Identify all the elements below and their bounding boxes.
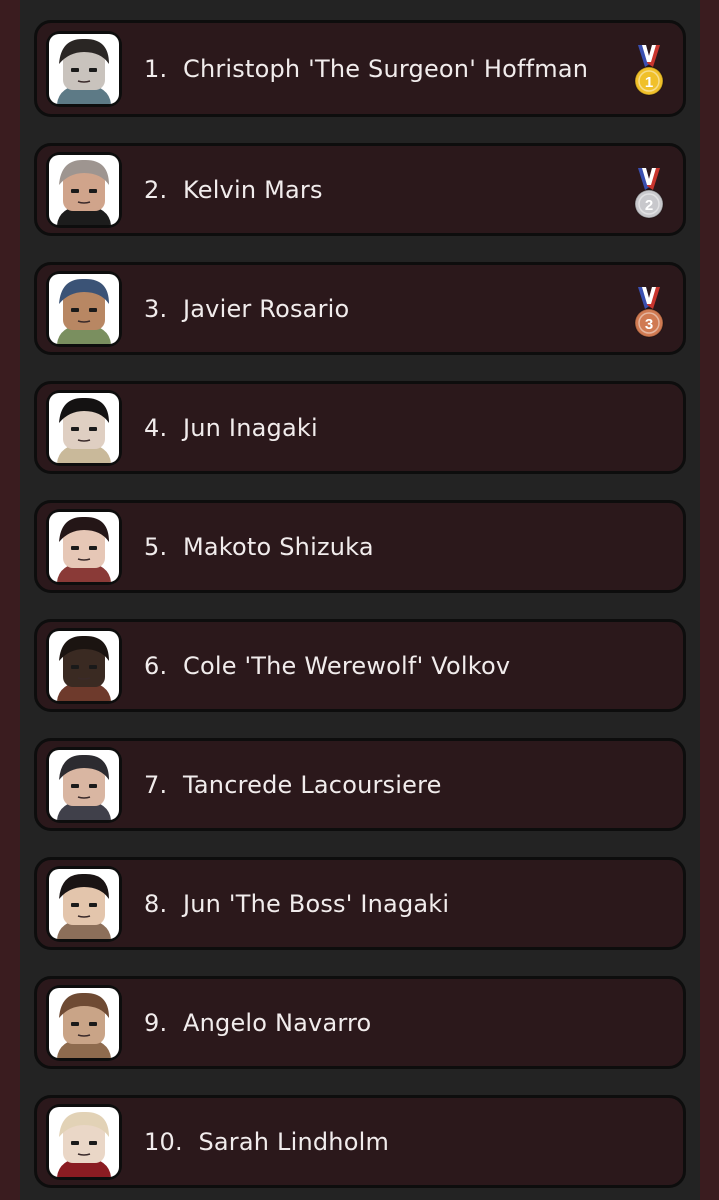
silver-medal-icon: 2: [631, 166, 667, 222]
svg-text:3: 3: [645, 316, 653, 333]
player-name-text: Christoph 'The Surgeon' Hoffman: [182, 54, 589, 83]
rank-number: 7.: [144, 770, 168, 799]
avatar-image: [49, 273, 119, 344]
player-name-text: Angelo Navarro: [182, 1008, 372, 1037]
rank-number: 3.: [144, 294, 168, 323]
leaderboard-row[interactable]: 8. Jun 'The Boss' Inagaki: [34, 857, 686, 950]
gold-medal-icon: 1: [631, 43, 667, 99]
player-name-text: Cole 'The Werewolf' Volkov: [182, 651, 511, 680]
player-name: 2. Kelvin Mars: [144, 170, 614, 210]
player-name: 9. Angelo Navarro: [144, 1003, 614, 1043]
svg-text:2: 2: [645, 197, 653, 214]
leaderboard-row[interactable]: 9. Angelo Navarro: [34, 976, 686, 1069]
player-name-text: Makoto Shizuka: [182, 532, 374, 561]
player-name: 8. Jun 'The Boss' Inagaki: [144, 884, 614, 924]
avatar[interactable]: [46, 389, 122, 466]
player-name: 5. Makoto Shizuka: [144, 527, 614, 567]
svg-text:1: 1: [645, 74, 653, 91]
avatar-image: [49, 868, 119, 939]
avatar-image: [49, 392, 119, 463]
player-name: 4. Jun Inagaki: [144, 408, 614, 448]
rank-number: 8.: [144, 889, 168, 918]
avatar-image: [49, 33, 119, 104]
player-name: 1. Christoph 'The Surgeon' Hoffman: [144, 49, 614, 89]
player-name-text: Tancrede Lacoursiere: [182, 770, 442, 799]
leaderboard-row[interactable]: 1. Christoph 'The Surgeon' Hoffman 1: [34, 20, 686, 117]
leaderboard-row[interactable]: 10. Sarah Lindholm: [34, 1095, 686, 1188]
avatar[interactable]: [46, 30, 122, 107]
avatar-image: [49, 749, 119, 820]
avatar[interactable]: [46, 270, 122, 347]
leaderboard-row[interactable]: 7. Tancrede Lacoursiere: [34, 738, 686, 831]
player-name-text: Kelvin Mars: [182, 175, 323, 204]
avatar-image: [49, 987, 119, 1058]
leaderboard-row[interactable]: 6. Cole 'The Werewolf' Volkov: [34, 619, 686, 712]
player-name: 10. Sarah Lindholm: [144, 1122, 614, 1162]
player-name: 6. Cole 'The Werewolf' Volkov: [144, 646, 614, 686]
bronze-medal-icon: 3: [631, 285, 667, 341]
avatar[interactable]: [46, 151, 122, 228]
rank-number: 1.: [144, 54, 168, 83]
avatar[interactable]: [46, 746, 122, 823]
player-name: 7. Tancrede Lacoursiere: [144, 765, 614, 805]
avatar[interactable]: [46, 627, 122, 704]
rank-number: 2.: [144, 175, 168, 204]
rank-number: 6.: [144, 651, 168, 680]
leaderboard-row[interactable]: 5. Makoto Shizuka: [34, 500, 686, 593]
player-name: 3. Javier Rosario: [144, 289, 614, 329]
leaderboard-row[interactable]: 3. Javier Rosario 3: [34, 262, 686, 355]
avatar[interactable]: [46, 865, 122, 942]
player-name-text: Javier Rosario: [182, 294, 350, 323]
rank-number: 10.: [144, 1127, 183, 1156]
avatar-image: [49, 630, 119, 701]
leaderboard-row[interactable]: 2. Kelvin Mars 2: [34, 143, 686, 236]
avatar[interactable]: [46, 984, 122, 1061]
avatar-image: [49, 1106, 119, 1177]
rank-number: 9.: [144, 1008, 168, 1037]
avatar[interactable]: [46, 1103, 122, 1180]
player-name-text: Sarah Lindholm: [198, 1127, 390, 1156]
rank-number: 5.: [144, 532, 168, 561]
player-name-text: Jun Inagaki: [182, 413, 318, 442]
avatar-image: [49, 511, 119, 582]
avatar-image: [49, 154, 119, 225]
avatar[interactable]: [46, 508, 122, 585]
rank-number: 4.: [144, 413, 168, 442]
player-name-text: Jun 'The Boss' Inagaki: [182, 889, 450, 918]
leaderboard-row[interactable]: 4. Jun Inagaki: [34, 381, 686, 474]
